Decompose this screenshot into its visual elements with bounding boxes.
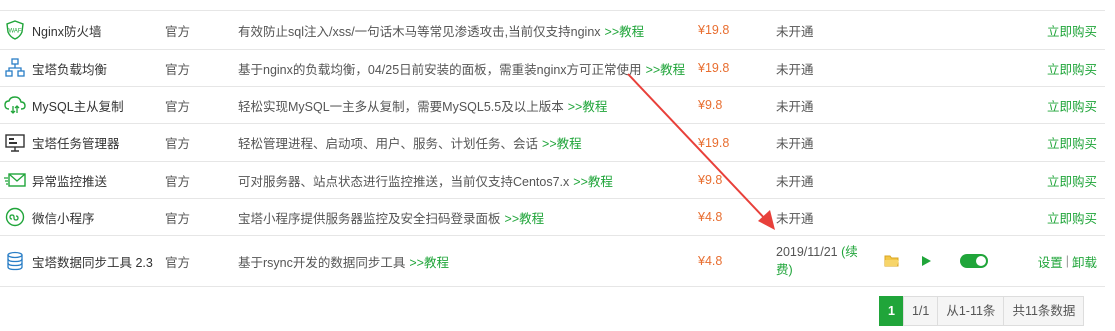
plugin-expiry: 未开通 <box>776 174 814 189</box>
plugin-description: 基于rsync开发的数据同步工具 <box>238 255 406 270</box>
tutorial-link[interactable]: >>教程 <box>605 21 645 40</box>
svg-text:WAF: WAF <box>8 29 21 35</box>
database-sync-icon <box>4 250 26 272</box>
plugin-name: MySQL主从复制 <box>32 99 124 114</box>
tutorial-link[interactable]: >>教程 <box>573 171 613 190</box>
plugin-description: 轻松实现MySQL一主多从复制，需要MySQL5.5及以上版本 <box>238 99 564 114</box>
pagination: 1 1/1 从1-11条 共11条数据 <box>879 296 1085 326</box>
load-balance-icon <box>4 57 26 79</box>
plugin-price: ¥4.8 <box>698 210 723 224</box>
mail-push-icon <box>4 169 26 191</box>
tutorial-link[interactable]: >>教程 <box>409 252 449 271</box>
tutorial-link[interactable]: >>教程 <box>505 208 545 227</box>
renew-link[interactable]: (续 <box>841 245 858 259</box>
tutorial-link[interactable]: >>教程 <box>542 133 582 152</box>
buy-now-button[interactable]: 立即购买 <box>977 199 1097 235</box>
page-current[interactable]: 1 <box>879 296 904 326</box>
plugin-description: 可对服务器、站点状态进行监控推送，当前仅支持Centos7.x <box>238 174 570 189</box>
plugin-name: 宝塔数据同步工具 2.3 <box>32 255 153 270</box>
plugin-expiry: 未开通 <box>776 137 814 151</box>
settings-link[interactable]: 设置 <box>1038 252 1063 271</box>
plugin-developer: 官方 <box>165 211 191 226</box>
task-manager-icon <box>4 132 26 154</box>
plugin-name: 宝塔任务管理器 <box>32 137 120 151</box>
table-row: WAF Nginx防火墙 官方 有效防止sql注入/xss/一句话木马等常见渗透… <box>0 11 1105 50</box>
buy-now-button[interactable]: 立即购买 <box>977 162 1097 198</box>
tutorial-link[interactable]: >>教程 <box>568 96 608 115</box>
buy-now-button[interactable]: 立即购买 <box>977 124 1097 161</box>
link-separator: | <box>1065 254 1069 268</box>
table-row: 宝塔负载均衡 官方 基于nginx的负载均衡，04/25日前安装的面板，需重装n… <box>0 50 1105 87</box>
plugin-name: Nginx防火墙 <box>32 24 102 39</box>
plugin-description: 宝塔小程序提供服务器监控及安全扫码登录面板 <box>238 211 501 226</box>
plugin-developer: 官方 <box>165 62 191 77</box>
tutorial-link[interactable]: >>教程 <box>646 59 686 78</box>
folder-icon[interactable] <box>884 236 906 286</box>
wechat-mini-icon <box>4 206 26 228</box>
plugin-developer: 官方 <box>165 174 191 189</box>
buy-now-button[interactable]: 立即购买 <box>977 50 1097 86</box>
page-range: 从1-11条 <box>937 296 1005 326</box>
plugin-price: ¥19.8 <box>698 135 730 150</box>
plugin-expiry: 未开通 <box>776 211 814 226</box>
play-icon[interactable] <box>920 236 940 286</box>
plugin-price: ¥19.8 <box>698 61 730 75</box>
plugin-expiry: 2019/11/21 (续 费) <box>776 243 858 279</box>
plugin-expiry: 未开通 <box>776 99 814 114</box>
page-count: 1/1 <box>902 296 939 326</box>
plugin-description: 有效防止sql注入/xss/一句话木马等常见渗透攻击,当前仅支持nginx <box>238 24 601 39</box>
plugin-description: 基于nginx的负载均衡，04/25日前安装的面板，需重装nginx方可正常使用 <box>238 62 642 77</box>
plugin-name: 异常监控推送 <box>32 174 108 189</box>
plugin-price: ¥9.8 <box>698 173 723 187</box>
buy-now-button[interactable]: 立即购买 <box>977 11 1097 49</box>
plugin-developer: 官方 <box>165 99 191 114</box>
plugin-price: ¥4.8 <box>698 254 723 268</box>
table-row: MySQL主从复制 官方 轻松实现MySQL一主多从复制，需要MySQL5.5及… <box>0 87 1105 124</box>
plugin-description: 轻松管理进程、启动项、用户、服务、计划任务、会话 <box>238 137 539 151</box>
plugin-developer: 官方 <box>165 255 191 270</box>
table-row: 宝塔数据同步工具 2.3 官方 基于rsync开发的数据同步工具 >>教程 ¥4… <box>0 236 1105 287</box>
plugin-developer: 官方 <box>165 24 191 39</box>
waf-shield-icon: WAF <box>4 19 26 41</box>
buy-now-button[interactable]: 立即购买 <box>977 87 1097 123</box>
table-row: 异常监控推送 官方 可对服务器、站点状态进行监控推送，当前仅支持Centos7.… <box>0 162 1105 199</box>
top-divider <box>0 0 1105 11</box>
renew-link-tail[interactable]: 费) <box>776 261 858 279</box>
plugin-price: ¥9.8 <box>698 98 723 112</box>
table-row: 宝塔任务管理器 官方 轻松管理进程、启动项、用户、服务、计划任务、会话 >>教程… <box>0 124 1105 162</box>
plugin-name: 宝塔负载均衡 <box>32 62 108 77</box>
cloud-sync-icon <box>4 94 26 116</box>
page-total: 共11条数据 <box>1003 296 1085 326</box>
uninstall-link[interactable]: 卸载 <box>1072 252 1097 271</box>
plugin-expiry: 未开通 <box>776 62 814 77</box>
plugin-name: 微信小程序 <box>32 211 95 226</box>
table-row: 微信小程序 官方 宝塔小程序提供服务器监控及安全扫码登录面板 >>教程 ¥4.8… <box>0 199 1105 236</box>
plugin-developer: 官方 <box>165 137 191 151</box>
plugin-expiry: 未开通 <box>776 24 814 39</box>
plugin-price: ¥19.8 <box>698 23 730 37</box>
expiry-date: 2019/11/21 <box>776 245 838 259</box>
